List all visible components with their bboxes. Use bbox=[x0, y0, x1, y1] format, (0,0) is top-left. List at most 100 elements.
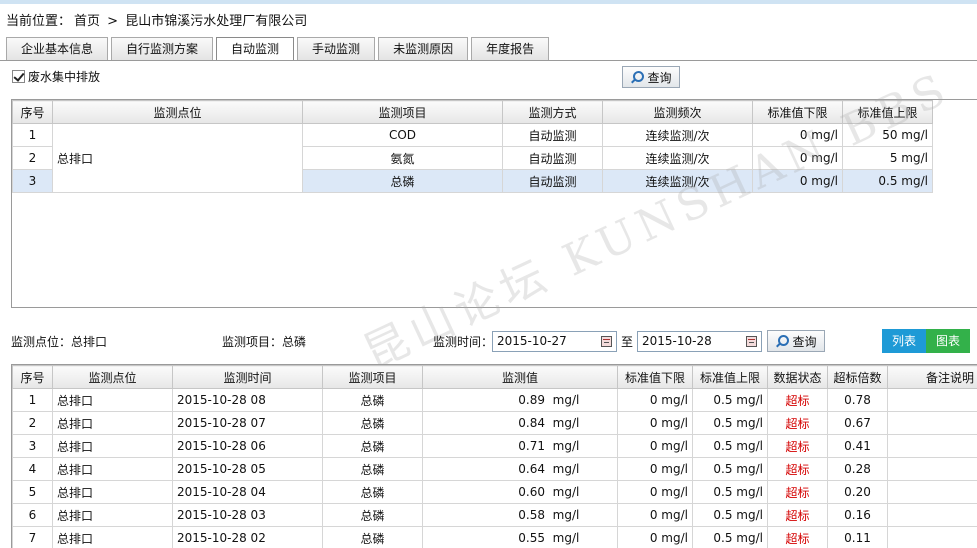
monitoring-plan-table: 序号 监测点位 监测项目 监测方式 监测频次 标准值下限 标准值上限 1 总排口… bbox=[12, 100, 933, 193]
cell-point: 总排口 bbox=[52, 526, 173, 548]
cell-item: 总磷 bbox=[322, 434, 423, 458]
cell-value: 0.55 mg/l bbox=[422, 526, 618, 548]
cell-status: 超标 bbox=[767, 526, 828, 548]
start-date-value: 2015-10-27 bbox=[497, 334, 567, 348]
cell-no: 2 bbox=[12, 411, 53, 435]
value-unit: mg/l bbox=[552, 531, 580, 545]
cell-exceed-ratio: 0.67 bbox=[827, 411, 888, 435]
end-date-input[interactable]: 2015-10-28 bbox=[637, 331, 762, 352]
table-row[interactable]: 2 总排口 2015-10-28 07 总磷 0.84 mg/l 0 mg/l … bbox=[12, 411, 977, 435]
filter-query-button[interactable]: 查询 bbox=[767, 330, 825, 352]
list-view-button[interactable]: 列表 bbox=[882, 329, 926, 353]
col-header-lower-limit: 标准值下限 bbox=[617, 365, 693, 389]
filter-item-label: 监测项目：总磷 bbox=[222, 335, 307, 349]
cell-no: 2 bbox=[12, 146, 53, 170]
top-query-button[interactable]: 查询 bbox=[622, 66, 680, 88]
value-unit: mg/l bbox=[552, 485, 580, 499]
cell-value: 0.84 mg/l bbox=[422, 411, 618, 435]
calendar-icon[interactable] bbox=[746, 336, 757, 347]
cell-frequency: 连续监测/次 bbox=[602, 169, 753, 193]
cell-lower-limit: 0 mg/l bbox=[617, 388, 693, 412]
table-row[interactable]: 6 总排口 2015-10-28 03 总磷 0.58 mg/l 0 mg/l … bbox=[12, 503, 977, 527]
search-icon bbox=[775, 334, 790, 348]
col-header-no: 序号 bbox=[12, 365, 53, 389]
cell-value: 0.89 mg/l bbox=[422, 388, 618, 412]
tab-self-monitoring-plan[interactable]: 自行监测方案 bbox=[111, 37, 214, 60]
cell-no: 6 bbox=[12, 503, 53, 527]
cell-item: 总磷 bbox=[322, 457, 423, 481]
top-accent-bar bbox=[0, 0, 977, 4]
col-header-remarks: 备注说明 bbox=[887, 365, 977, 389]
calendar-icon[interactable] bbox=[601, 336, 612, 347]
monitoring-plan-panel: 序号 监测点位 监测项目 监测方式 监测频次 标准值下限 标准值上限 1 总排口… bbox=[11, 99, 977, 308]
tab-unmonitored-reason[interactable]: 未监测原因 bbox=[378, 37, 469, 60]
col-header-point: 监测点位 bbox=[52, 365, 173, 389]
cell-lower-limit: 0 mg/l bbox=[617, 526, 693, 548]
table-row[interactable]: 5 总排口 2015-10-28 04 总磷 0.60 mg/l 0 mg/l … bbox=[12, 480, 977, 504]
table-row[interactable]: 7 总排口 2015-10-28 02 总磷 0.55 mg/l 0 mg/l … bbox=[12, 526, 977, 548]
cell-remarks bbox=[887, 388, 977, 412]
col-header-item: 监测项目 bbox=[322, 365, 423, 389]
value-number: 0.64 bbox=[518, 462, 545, 476]
cell-exceed-ratio: 0.28 bbox=[827, 457, 888, 481]
cell-lower-limit: 0 mg/l bbox=[752, 123, 843, 147]
cell-upper-limit: 0.5 mg/l bbox=[692, 434, 768, 458]
col-header-upper-limit: 标准值上限 bbox=[842, 100, 933, 124]
table-row[interactable]: 4 总排口 2015-10-28 05 总磷 0.64 mg/l 0 mg/l … bbox=[12, 457, 977, 481]
cell-no: 5 bbox=[12, 480, 53, 504]
cell-frequency: 连续监测/次 bbox=[602, 146, 753, 170]
chart-view-button[interactable]: 图表 bbox=[926, 329, 970, 353]
cell-no: 1 bbox=[12, 123, 53, 147]
tab-manual-monitoring[interactable]: 手动监测 bbox=[297, 37, 376, 60]
cell-lower-limit: 0 mg/l bbox=[752, 169, 843, 193]
col-header-status: 数据状态 bbox=[767, 365, 828, 389]
cell-lower-limit: 0 mg/l bbox=[617, 434, 693, 458]
cell-status: 超标 bbox=[767, 457, 828, 481]
cell-lower-limit: 0 mg/l bbox=[617, 480, 693, 504]
cell-status: 超标 bbox=[767, 411, 828, 435]
cell-value: 0.71 mg/l bbox=[422, 434, 618, 458]
cell-time: 2015-10-28 05 bbox=[172, 457, 323, 481]
cell-status: 超标 bbox=[767, 434, 828, 458]
start-date-input[interactable]: 2015-10-27 bbox=[492, 331, 617, 352]
cell-value: 0.64 mg/l bbox=[422, 457, 618, 481]
tab-annual-report[interactable]: 年度报告 bbox=[471, 37, 550, 60]
cell-exceed-ratio: 0.41 bbox=[827, 434, 888, 458]
tab-enterprise-info[interactable]: 企业基本信息 bbox=[6, 37, 109, 60]
value-number: 0.71 bbox=[518, 439, 545, 453]
col-header-frequency: 监测频次 bbox=[602, 100, 753, 124]
cell-status: 超标 bbox=[767, 503, 828, 527]
wastewater-checkbox[interactable] bbox=[12, 70, 25, 83]
cell-method: 自动监测 bbox=[502, 146, 603, 170]
cell-frequency: 连续监测/次 bbox=[602, 123, 753, 147]
cell-no: 7 bbox=[12, 526, 53, 548]
cell-upper-limit: 0.5 mg/l bbox=[692, 526, 768, 548]
cell-value: 0.60 mg/l bbox=[422, 480, 618, 504]
table-row[interactable]: 1 总排口 COD 自动监测 连续监测/次 0 mg/l 50 mg/l bbox=[12, 123, 933, 193]
cell-remarks bbox=[887, 434, 977, 458]
cell-time: 2015-10-28 06 bbox=[172, 434, 323, 458]
wastewater-checkbox-row[interactable]: 废水集中排放 bbox=[12, 68, 100, 85]
cell-exceed-ratio: 0.20 bbox=[827, 480, 888, 504]
value-unit: mg/l bbox=[552, 393, 580, 407]
breadcrumb-prefix: 当前位置： bbox=[6, 14, 72, 29]
table-row[interactable]: 1 总排口 2015-10-28 08 总磷 0.89 mg/l 0 mg/l … bbox=[12, 388, 977, 412]
table-row[interactable]: 3 总排口 2015-10-28 06 总磷 0.71 mg/l 0 mg/l … bbox=[12, 434, 977, 458]
cell-point: 总排口 bbox=[52, 411, 173, 435]
cell-point: 总排口 bbox=[52, 388, 173, 412]
data-table-header: 序号 监测点位 监测时间 监测项目 监测值 标准值下限 标准值上限 数据状态 超… bbox=[12, 365, 977, 389]
cell-remarks bbox=[887, 411, 977, 435]
cell-point: 总排口 bbox=[52, 480, 173, 504]
tab-auto-monitoring[interactable]: 自动监测 bbox=[216, 37, 295, 61]
cell-method: 自动监测 bbox=[502, 169, 603, 193]
breadcrumb-home-link[interactable]: 首页 bbox=[74, 14, 100, 29]
search-icon bbox=[630, 70, 645, 84]
value-unit: mg/l bbox=[552, 416, 580, 430]
top-query-label: 查询 bbox=[647, 70, 672, 85]
cell-lower-limit: 0 mg/l bbox=[617, 503, 693, 527]
wastewater-checkbox-label: 废水集中排放 bbox=[28, 70, 101, 84]
cell-remarks bbox=[887, 526, 977, 548]
cell-no: 1 bbox=[12, 388, 53, 412]
cell-upper-limit: 0.5 mg/l bbox=[692, 457, 768, 481]
cell-lower-limit: 0 mg/l bbox=[617, 411, 693, 435]
